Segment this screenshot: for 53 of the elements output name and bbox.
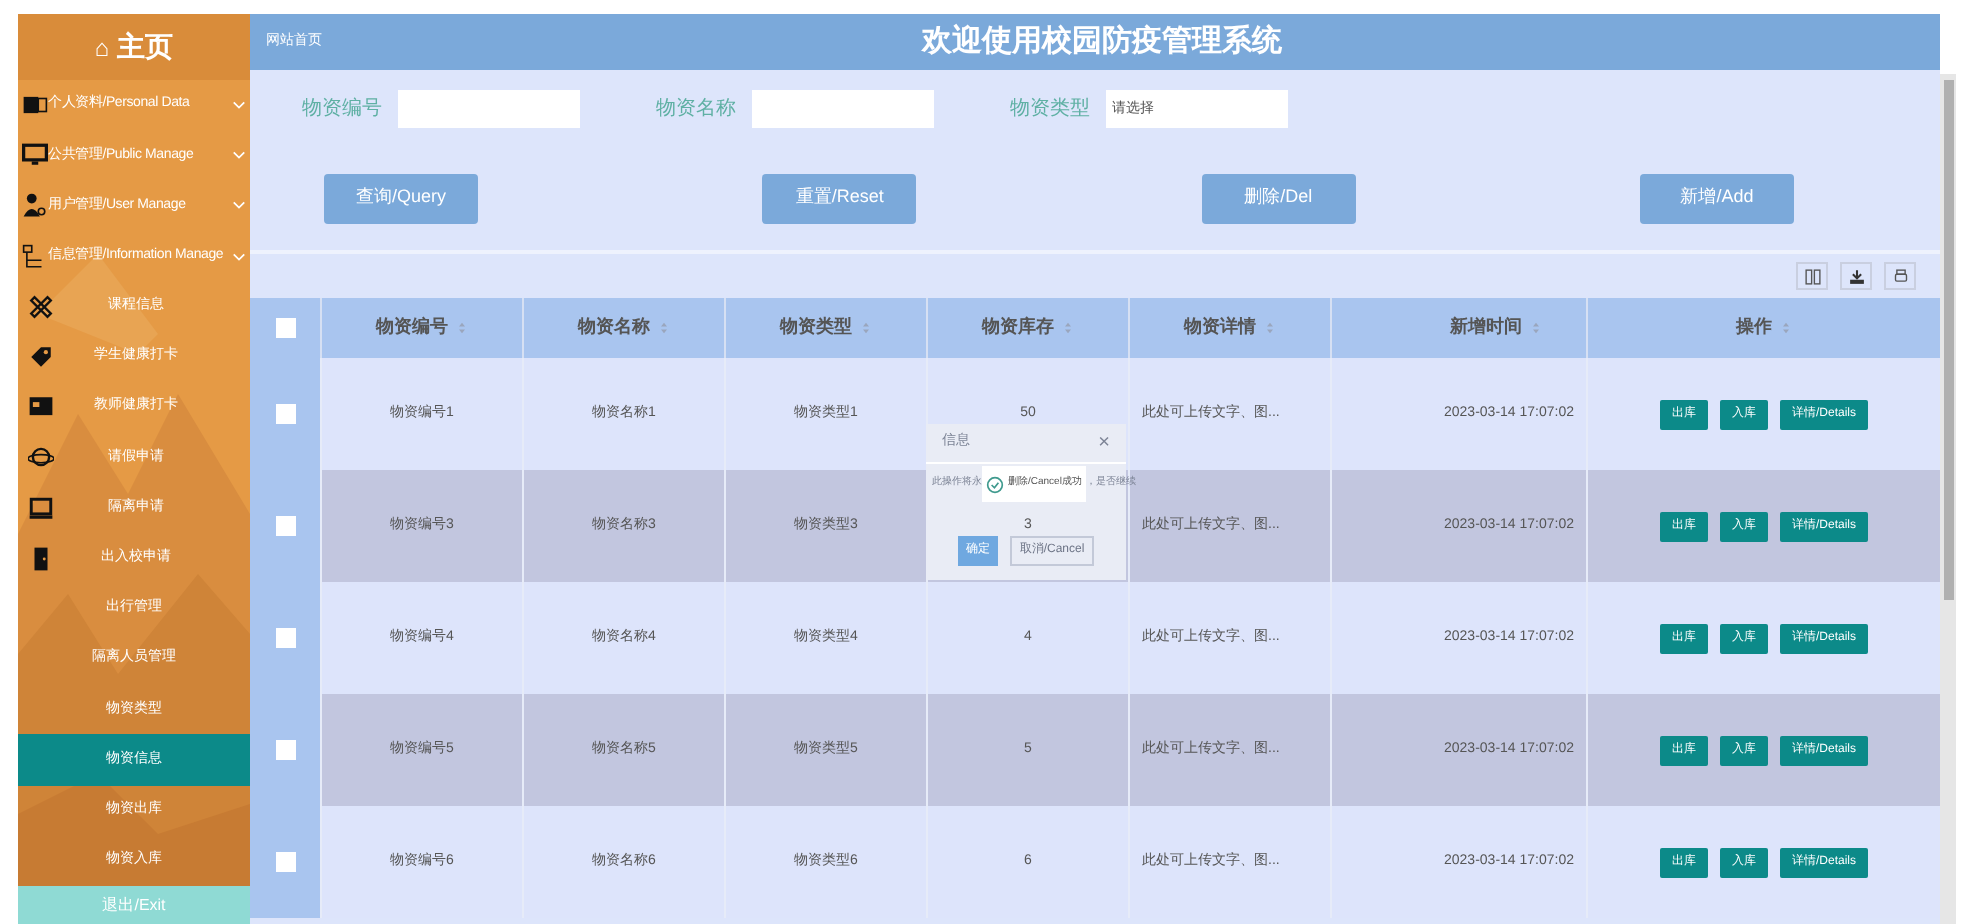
monitor-icon [22, 142, 48, 169]
sort-icon [658, 320, 670, 336]
close-button[interactable]: × [1098, 428, 1110, 458]
tablet-icon [28, 394, 54, 421]
columns-icon [1801, 265, 1823, 287]
chevron-down-icon [232, 148, 246, 163]
planet-icon [28, 444, 54, 471]
input-field[interactable] [752, 89, 934, 127]
sort-icon [1264, 320, 1276, 336]
sort-icon [1062, 320, 1074, 336]
toolbar-button[interactable] [1884, 262, 1916, 290]
column-header[interactable]: 物资库存 [982, 314, 1054, 342]
field-label: 物资编号 [302, 95, 382, 123]
column-header[interactable]: 操作 [1736, 314, 1772, 342]
sort-icon [860, 320, 872, 336]
chevron-down-icon [232, 198, 246, 213]
checkbox[interactable] [275, 516, 295, 536]
action-button[interactable]: 新增/Add [1639, 173, 1794, 223]
checkbox[interactable] [275, 404, 295, 424]
checkbox[interactable] [275, 740, 295, 760]
column-header[interactable]: 物资类型 [780, 314, 852, 342]
column-header[interactable]: 物资编号 [376, 314, 448, 342]
sort-icon [1530, 320, 1542, 336]
pencil-ruler-icon [28, 293, 54, 320]
chevron-down-icon [232, 98, 246, 113]
checkbox[interactable] [275, 852, 295, 872]
scrollbar[interactable] [1940, 74, 1956, 924]
checkbox[interactable] [275, 318, 295, 338]
input-field[interactable] [398, 89, 580, 127]
column-header[interactable]: 新增时间 [1450, 314, 1522, 342]
column-header[interactable]: 物资详情 [1184, 314, 1256, 342]
export-icon [1845, 265, 1867, 287]
page-title: 欢迎使用校园防疫管理系统 [922, 21, 1282, 62]
field-label: 物资类型 [1010, 95, 1090, 123]
toolbar-button[interactable] [1796, 262, 1828, 290]
sort-icon [1780, 320, 1792, 336]
action-button[interactable]: 删除/Del [1201, 173, 1356, 223]
sort-icon [456, 320, 468, 336]
action-button[interactable]: 查询/Query [324, 173, 478, 223]
tag-icon [28, 344, 54, 371]
laptop-icon [28, 495, 54, 522]
check-circle-icon [986, 475, 1004, 493]
column-header[interactable]: 物资名称 [578, 314, 650, 342]
id-card-icon [22, 92, 48, 119]
checkbox[interactable] [275, 628, 295, 648]
network-icon [22, 243, 48, 270]
action-button[interactable]: 重置/Reset [762, 173, 917, 223]
user-gear-icon [22, 192, 48, 219]
home-link[interactable]: ⌂ 主页 [18, 14, 250, 80]
toolbar-button[interactable] [1840, 262, 1872, 290]
field-label: 物资名称 [656, 95, 736, 123]
print-icon [1889, 265, 1911, 287]
chevron-down-icon [232, 249, 246, 264]
